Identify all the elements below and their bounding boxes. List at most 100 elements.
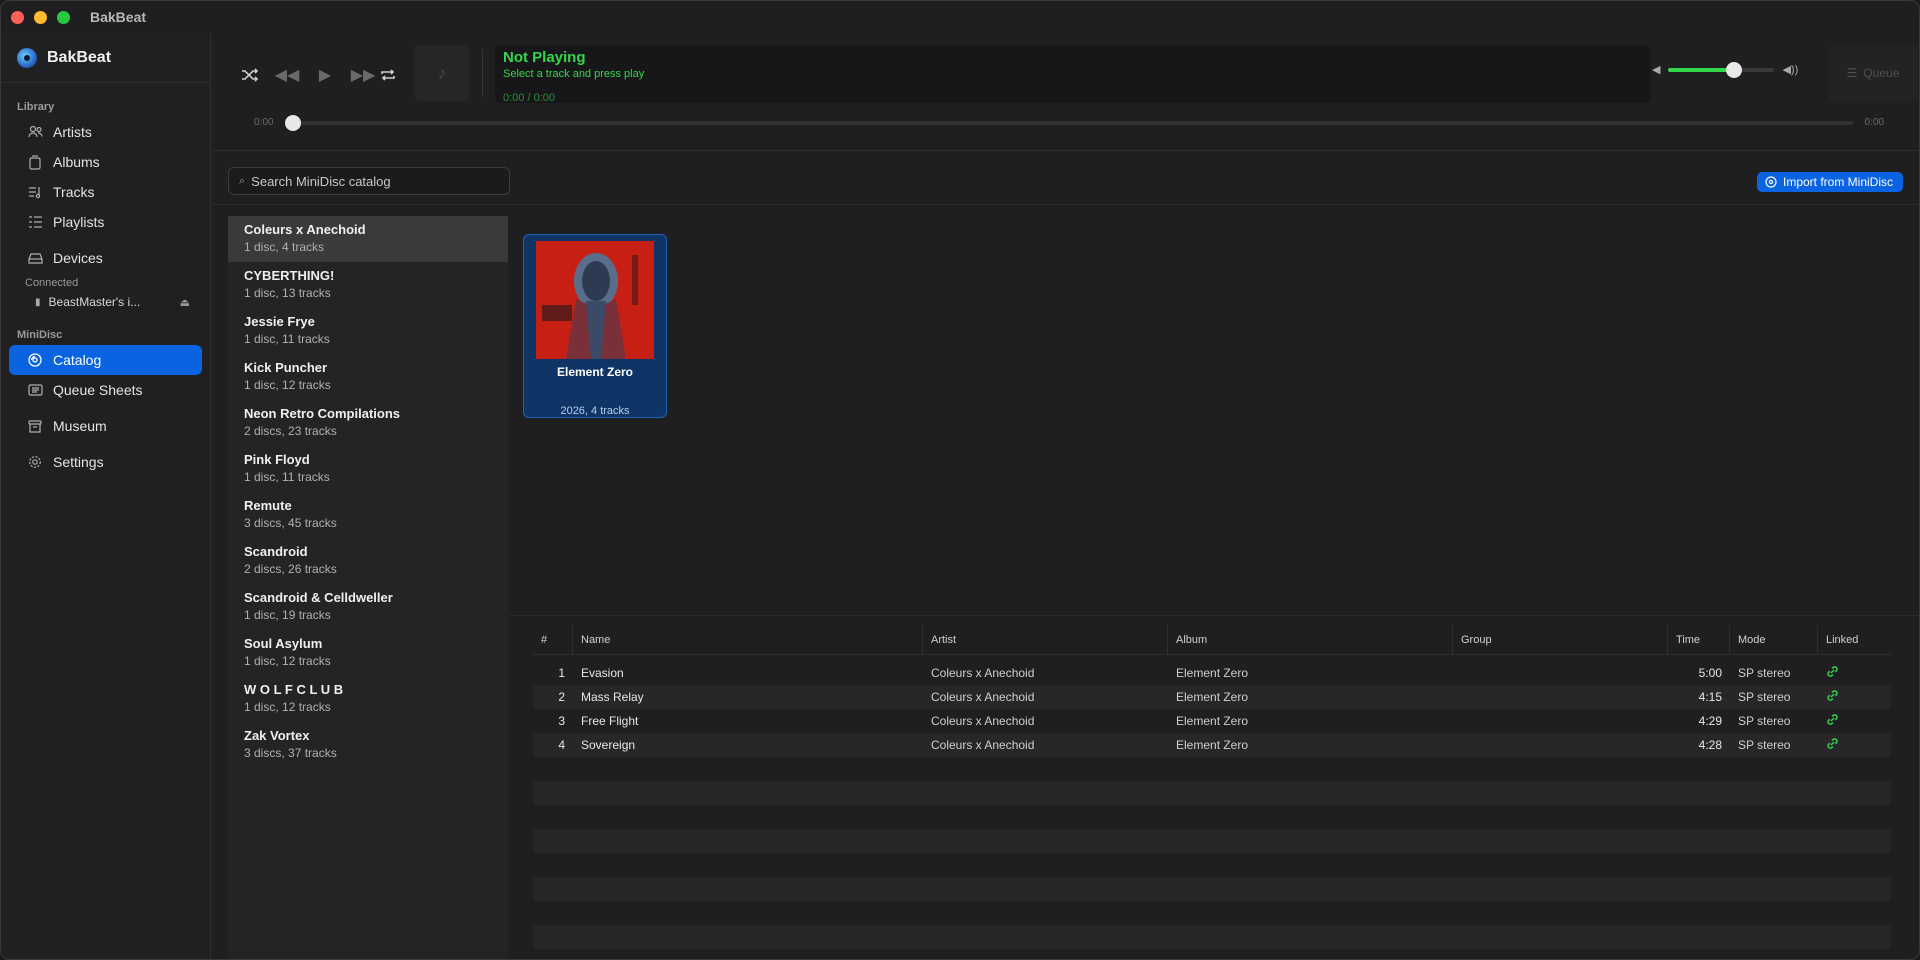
search-box[interactable]: ⌕ (228, 167, 510, 195)
cell-name: Free Flight (581, 714, 639, 728)
device-item[interactable]: ▮ BeastMaster's i... ⏏ (1, 289, 210, 315)
sidebar-item-label: Artists (53, 124, 92, 140)
forward-icon: ▶▶ (350, 67, 376, 84)
sidebar-item-queue-sheets[interactable]: Queue Sheets (9, 375, 202, 405)
title-bar: BakBeat (1, 1, 1919, 33)
remaining-time: 0:00 (1864, 117, 1884, 128)
album-card[interactable]: Element Zero 2026, 4 tracks (523, 234, 667, 418)
list-item[interactable]: Scandroid 2 discs, 26 tracks (228, 538, 508, 584)
artist-name: Remute (244, 498, 292, 513)
album-cover (536, 241, 654, 359)
list-item[interactable]: Pink Floyd 1 disc, 11 tracks (228, 446, 508, 492)
library-section-label: Library (17, 101, 55, 113)
list-item[interactable]: Zak Vortex 3 discs, 37 tracks (228, 722, 508, 768)
volume-fill (1668, 67, 1735, 72)
shuffle-icon (242, 68, 259, 82)
list-item[interactable]: W O L F C L U B 1 disc, 12 tracks (228, 676, 508, 722)
table-row[interactable]: 3 Free Flight Coleurs x Anechoid Element Ze… (533, 709, 1891, 733)
sidebar-item-label: Playlists (53, 214, 105, 230)
link-icon[interactable] (1818, 689, 1890, 705)
column-header-artist[interactable]: Artist (923, 624, 1168, 655)
cell-artist: Coleurs x Anechoid (931, 690, 1035, 704)
volume-slider[interactable] (1668, 61, 1775, 78)
sidebar-item-devices[interactable]: Devices (9, 243, 202, 273)
sidebar-item-tracks[interactable]: Tracks (9, 177, 202, 207)
column-header-number[interactable]: # (533, 624, 573, 655)
column-header-group[interactable]: Group (1453, 624, 1668, 655)
disc-icon (1765, 176, 1777, 188)
playback-hint: Select a track and press play (503, 68, 645, 80)
sidebar-item-settings[interactable]: Settings (9, 447, 202, 477)
minimize-window-button[interactable] (34, 10, 47, 24)
volume-low-icon[interactable]: ◀ (1652, 63, 1660, 76)
artist-meta: 1 disc, 11 tracks (244, 332, 330, 346)
catalog-icon (27, 352, 43, 368)
list-item[interactable]: Jessie Frye 1 disc, 11 tracks (228, 308, 508, 354)
link-icon[interactable] (1818, 737, 1890, 753)
scrubber-knob[interactable] (285, 114, 302, 131)
column-header-name[interactable]: Name (573, 624, 923, 655)
list-item[interactable]: Remute 3 discs, 45 tracks (228, 492, 508, 538)
artist-list: Coleurs x Anechoid 1 disc, 4 tracks CYBERT… (228, 216, 508, 959)
volume-control: ◀ ◀)) (1652, 61, 1798, 78)
table-row[interactable]: 1 Evasion Coleurs x Anechoid Element Zero 5:… (533, 661, 1891, 685)
import-button[interactable]: Import from MiniDisc (1756, 172, 1903, 192)
close-window-button[interactable] (11, 10, 24, 24)
artist-meta: 3 discs, 45 tracks (244, 516, 337, 530)
brand: BakBeat (1, 33, 210, 83)
gear-icon (27, 454, 43, 470)
eject-icon[interactable]: ⏏ (180, 296, 190, 309)
cell-artist: Coleurs x Anechoid (931, 714, 1035, 728)
column-header-linked[interactable]: Linked (1818, 625, 1890, 655)
device-name: BeastMaster's i... (48, 295, 141, 309)
table-row[interactable]: 4 Sovereign Coleurs x Anechoid Element Zero… (533, 733, 1891, 757)
volume-high-icon[interactable]: ◀)) (1782, 63, 1798, 76)
sidebar-item-artists[interactable]: Artists (9, 117, 202, 147)
cell-name: Mass Relay (581, 690, 644, 704)
cell-num: 3 (558, 714, 565, 728)
previous-button[interactable]: ◀◀ (273, 61, 301, 89)
artist-meta: 2 discs, 26 tracks (244, 562, 337, 576)
artist-meta: 2 discs, 23 tracks (244, 424, 337, 438)
minidisc-section-label: MiniDisc (17, 329, 63, 341)
volume-knob[interactable] (1726, 61, 1743, 78)
repeat-button[interactable] (374, 61, 402, 89)
column-header-mode[interactable]: Mode (1730, 624, 1818, 655)
list-item[interactable]: Coleurs x Anechoid 1 disc, 4 tracks (228, 216, 508, 262)
catalog-toolbar: ⌕ Import from MiniDisc (212, 153, 1919, 205)
elapsed-time: 0:00 (254, 117, 274, 128)
cell-name: Evasion (581, 666, 624, 680)
brand-name: BakBeat (47, 48, 112, 66)
list-item[interactable]: Neon Retro Compilations 2 discs, 23 track… (228, 400, 508, 446)
sidebar-item-museum[interactable]: Museum (9, 411, 202, 441)
artist-name: Jessie Frye (244, 314, 315, 329)
list-item[interactable]: CYBERTHING! 1 disc, 13 tracks (228, 262, 508, 308)
album-grid: Element Zero 2026, 4 tracks (509, 216, 1919, 616)
maximize-window-button[interactable] (57, 10, 70, 24)
artist-name: Pink Floyd (244, 452, 310, 467)
artist-meta: 1 disc, 11 tracks (244, 470, 330, 484)
sidebar-item-catalog[interactable]: Catalog (9, 345, 202, 375)
player-bar: ◀◀ ▶ ▶▶ ♪ Not Playing Select a track and… (212, 33, 1919, 151)
cell-artist: Coleurs x Anechoid (931, 738, 1035, 752)
artist-name: CYBERTHING! (244, 268, 335, 283)
scrubber[interactable] (285, 114, 1853, 131)
window-title: BakBeat (90, 9, 147, 25)
queue-button[interactable]: ☰ Queue (1828, 45, 1918, 101)
cell-time: 4:15 (1698, 690, 1722, 704)
search-input[interactable] (251, 173, 492, 189)
next-button[interactable]: ▶▶ (349, 61, 377, 89)
artist-name: Scandroid (244, 544, 308, 559)
shuffle-button[interactable] (236, 61, 264, 89)
column-header-time[interactable]: Time (1668, 624, 1730, 655)
sidebar-item-albums[interactable]: Albums (9, 147, 202, 177)
column-header-album[interactable]: Album (1168, 624, 1453, 655)
link-icon[interactable] (1818, 665, 1890, 681)
play-button[interactable]: ▶ (311, 61, 339, 89)
sidebar-item-playlists[interactable]: Playlists (9, 207, 202, 237)
table-row[interactable]: 2 Mass Relay Coleurs x Anechoid Element Zer… (533, 685, 1891, 709)
list-item[interactable]: Scandroid & Celldweller 1 disc, 19 tracks (228, 584, 508, 630)
list-item[interactable]: Soul Asylum 1 disc, 12 tracks (228, 630, 508, 676)
link-icon[interactable] (1818, 713, 1890, 729)
list-item[interactable]: Kick Puncher 1 disc, 12 tracks (228, 354, 508, 400)
